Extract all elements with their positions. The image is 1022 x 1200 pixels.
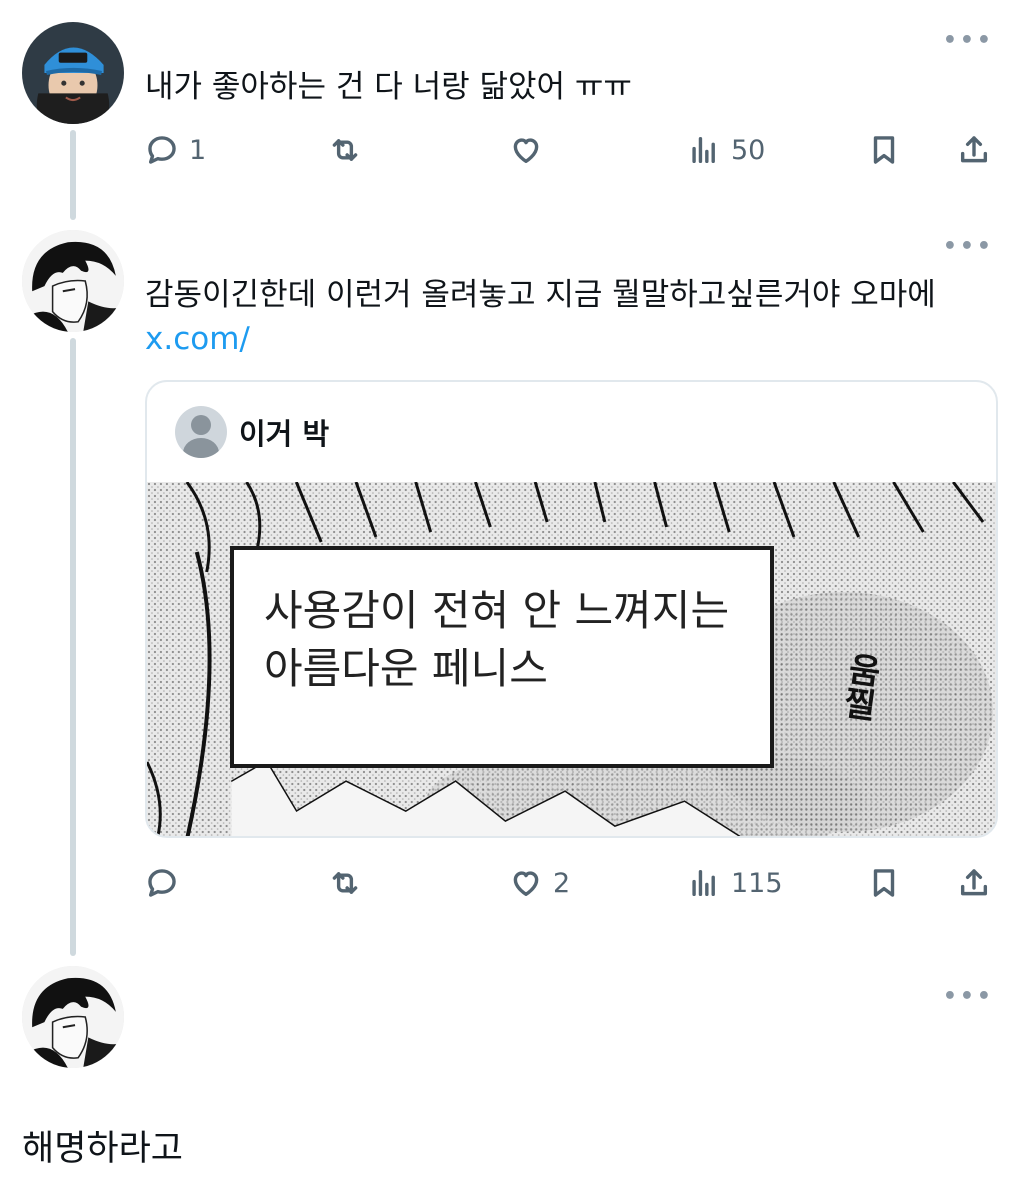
- quoted-author-name: 이거 박: [239, 417, 330, 451]
- quoted-tweet-header: 이거 박: [147, 382, 996, 482]
- share-button[interactable]: [957, 860, 991, 906]
- repost-icon: [332, 139, 358, 161]
- more-dots-icon[interactable]: •••: [943, 28, 994, 53]
- views-icon: [692, 869, 715, 897]
- more-dots-icon[interactable]: •••: [943, 984, 994, 1009]
- heart-icon: [513, 871, 539, 897]
- bookmark-button[interactable]: [867, 127, 901, 173]
- repost-icon: [332, 872, 358, 894]
- avatar[interactable]: [22, 230, 124, 332]
- avatar-blue-cap-icon: [22, 22, 124, 124]
- avatar[interactable]: [22, 22, 124, 124]
- thread-line: [70, 338, 76, 956]
- repost-button[interactable]: [328, 127, 362, 173]
- quoted-tweet-card[interactable]: 이거 박 사용감이 전혀 안 느껴지는 아름다운 페니스 움찔: [145, 380, 998, 838]
- share-icon: [960, 869, 988, 896]
- reply-button[interactable]: 1: [145, 127, 206, 173]
- bookmark-icon: [873, 136, 895, 164]
- manga-caption-line: 아름다운 페니스: [264, 644, 548, 693]
- bookmark-icon: [873, 869, 895, 897]
- manga-sound-effect: 움찔: [834, 649, 884, 723]
- reply-count: 1: [189, 134, 207, 166]
- manga-caption-box: 사용감이 전혀 안 느껴지는 아름다운 페니스: [230, 546, 774, 768]
- tweet-text: 내가 좋아하는 건 다 너랑 닮았어 ㅠㅠ: [145, 69, 632, 105]
- like-count: 2: [553, 867, 571, 899]
- more-dots-icon[interactable]: •••: [943, 234, 994, 259]
- views-count: 50: [731, 134, 766, 166]
- views-icon: [692, 136, 715, 164]
- reply-icon: [148, 136, 176, 164]
- tweet-text: 해명하라고: [22, 1129, 184, 1169]
- like-button[interactable]: 2: [509, 860, 570, 906]
- heart-icon: [513, 138, 539, 164]
- repost-button[interactable]: [328, 860, 362, 906]
- views-button[interactable]: 115: [687, 860, 783, 906]
- share-icon: [960, 136, 988, 163]
- manga-caption-line: 사용감이 전혀 안 느껴지는: [264, 586, 730, 635]
- views-count: 115: [731, 867, 783, 899]
- reply-icon: [148, 869, 176, 897]
- tweet-link[interactable]: x.com/: [145, 318, 250, 360]
- tweet-text: 감동이긴한데 이런거 올려놓고 지금 뭘말하고싶른거야 오마에: [145, 277, 936, 313]
- like-button[interactable]: [509, 127, 553, 173]
- tweet-actions: 1 50: [145, 127, 997, 173]
- reply-button[interactable]: [145, 860, 189, 906]
- thread-line: [70, 130, 76, 220]
- bookmark-button[interactable]: [867, 860, 901, 906]
- avatar-manga-icon: [22, 966, 124, 1068]
- tweet-actions: 2 115: [145, 860, 997, 906]
- quoted-media-image[interactable]: 사용감이 전혀 안 느껴지는 아름다운 페니스 움찔: [147, 482, 996, 836]
- avatar[interactable]: [22, 966, 124, 1068]
- views-button[interactable]: 50: [687, 127, 765, 173]
- default-avatar-icon: [175, 406, 227, 458]
- share-button[interactable]: [957, 127, 991, 173]
- avatar-manga-icon: [22, 230, 124, 332]
